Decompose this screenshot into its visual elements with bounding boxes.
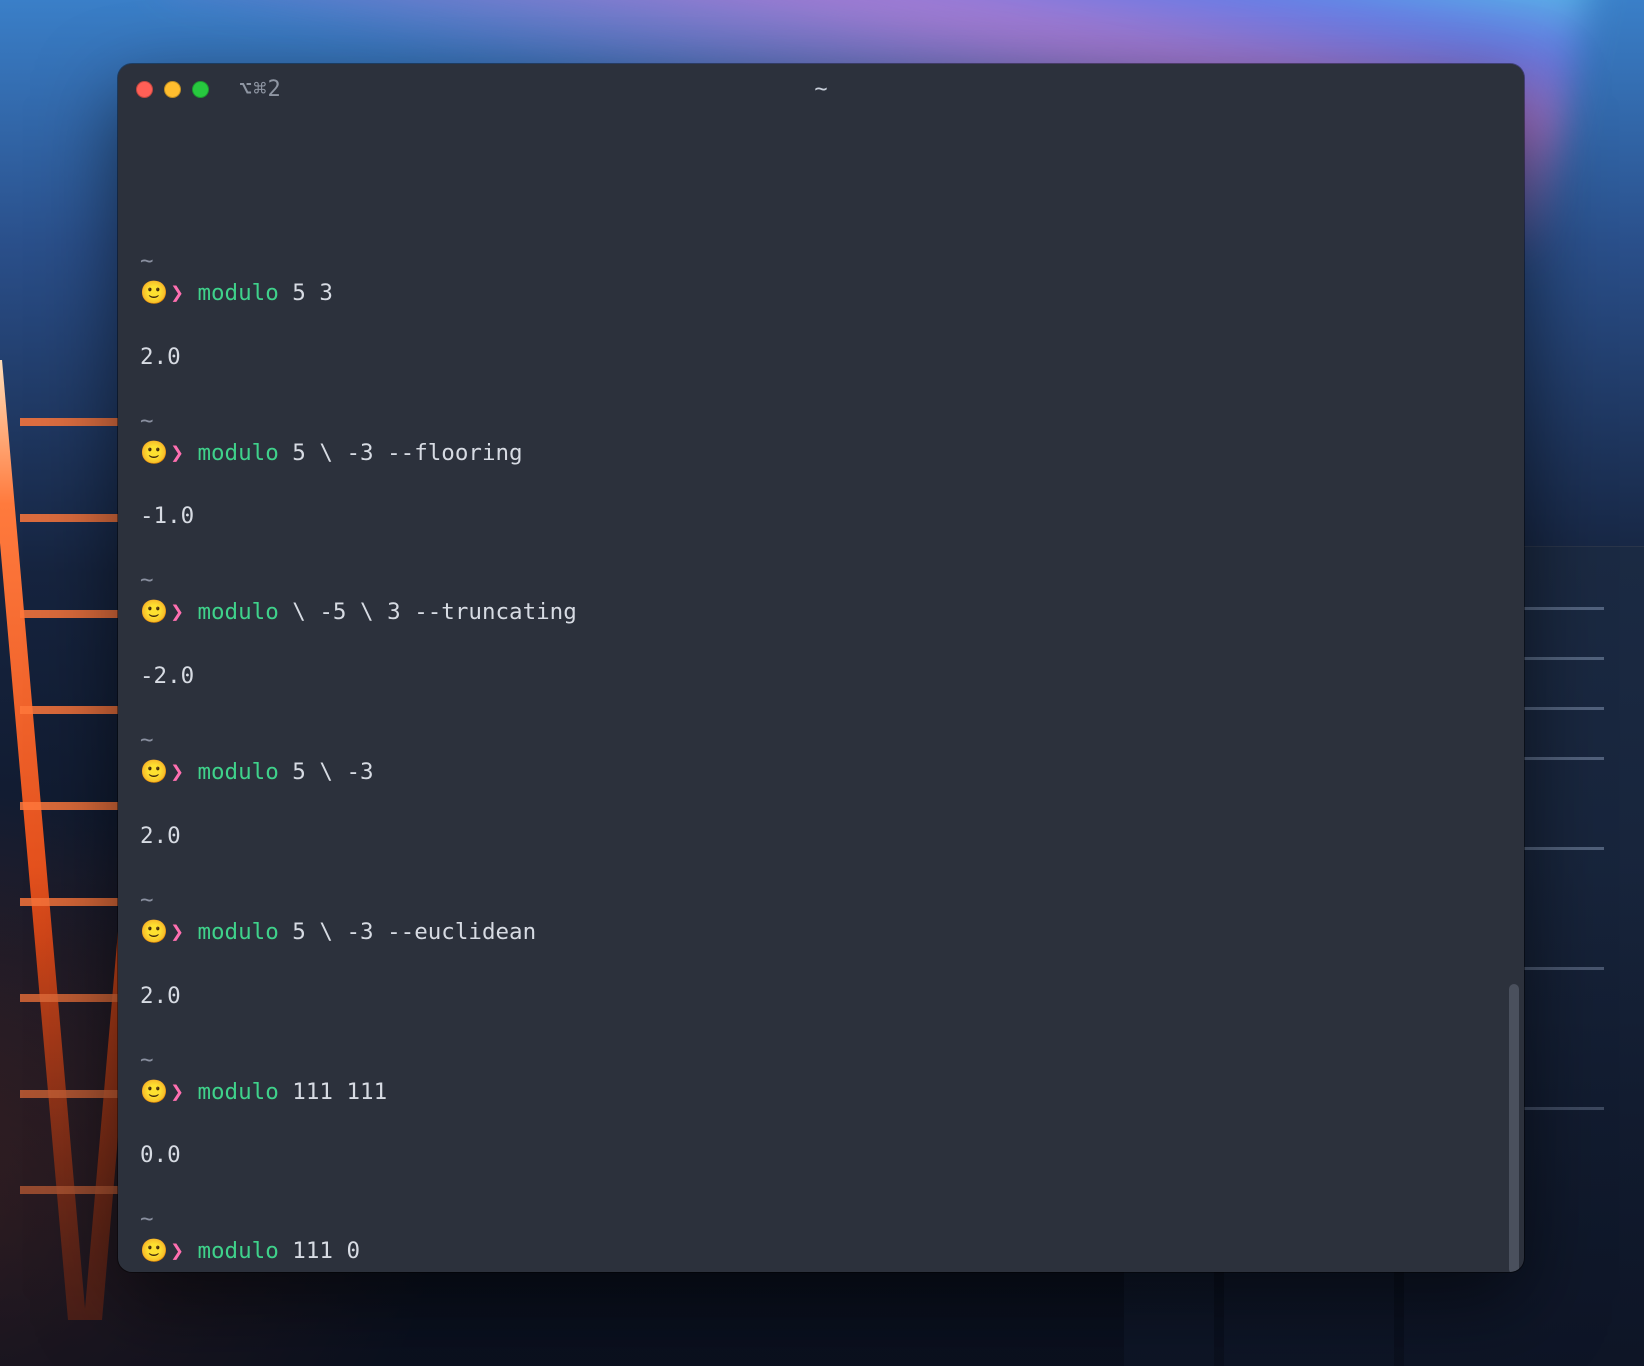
command-args: 5 \ -3 --flooring [279, 440, 523, 466]
status-face-icon: 🙂 [140, 917, 170, 949]
prompt-line: 🙂❯ modulo 5 \ -3 [140, 757, 1502, 789]
window-title: ~ [118, 77, 1524, 102]
tab-shortcut-label: ⌥⌘2 [239, 77, 282, 102]
command-block: ~ 🙂❯ modulo 5 \ -3 --flooring -1.0 [140, 406, 1502, 534]
scrollbar-thumb[interactable] [1509, 984, 1519, 1272]
terminal-viewport[interactable]: ~ 🙂❯ modulo 5 3 2.0~ 🙂❯ modulo 5 \ -3 --… [118, 114, 1524, 1272]
cwd-indicator: ~ [140, 727, 154, 753]
minimize-icon[interactable] [164, 81, 181, 98]
command-name: modulo [197, 280, 278, 306]
command-name: modulo [197, 1238, 278, 1264]
command-name: modulo [197, 599, 278, 625]
command-name: modulo [197, 1079, 278, 1105]
status-face-icon: 🙂 [140, 1236, 170, 1268]
command-block: ~ 🙂❯ modulo \ -5 \ 3 --truncating -2.0 [140, 565, 1502, 693]
prompt-line: 🙂❯ modulo 111 0 [140, 1236, 1502, 1268]
status-face-icon: 🙂 [140, 1077, 170, 1109]
window-controls [136, 81, 209, 98]
zoom-icon[interactable] [192, 81, 209, 98]
output-line: 0.0 [140, 1142, 181, 1168]
prompt-line: 🙂❯ modulo 5 \ -3 --flooring [140, 438, 1502, 470]
prompt-line: 🙂❯ modulo 5 3 [140, 278, 1502, 310]
command-block: ~ 🙂❯ modulo 111 0 Error: Unable to divid… [140, 1204, 1502, 1272]
command-args: 5 3 [279, 280, 333, 306]
prompt-chevron-icon: ❯ [170, 759, 184, 785]
command-name: modulo [197, 440, 278, 466]
command-args: 5 \ -3 [279, 759, 374, 785]
cwd-indicator: ~ [140, 408, 154, 434]
prompt-chevron-icon: ❯ [170, 1079, 184, 1105]
command-block: ~ 🙂❯ modulo 5 \ -3 2.0 [140, 725, 1502, 853]
command-block: ~ 🙂❯ modulo 111 111 0.0 [140, 1045, 1502, 1173]
close-icon[interactable] [136, 81, 153, 98]
cwd-indicator: ~ [140, 1047, 154, 1073]
status-face-icon: 🙂 [140, 278, 170, 310]
command-args: 5 \ -3 --euclidean [279, 919, 536, 945]
command-args: \ -5 \ 3 --truncating [279, 599, 577, 625]
cwd-indicator: ~ [140, 1206, 154, 1232]
output-line: 2.0 [140, 823, 181, 849]
command-args: 111 111 [279, 1079, 387, 1105]
cwd-indicator: ~ [140, 567, 154, 593]
output-line: -2.0 [140, 663, 194, 689]
prompt-line: 🙂❯ modulo \ -5 \ 3 --truncating [140, 597, 1502, 629]
output-line: 2.0 [140, 983, 181, 1009]
cwd-indicator: ~ [140, 248, 154, 274]
prompt-chevron-icon: ❯ [170, 599, 184, 625]
command-block: ~ 🙂❯ modulo 5 \ -3 --euclidean 2.0 [140, 885, 1502, 1013]
prompt-chevron-icon: ❯ [170, 1238, 184, 1264]
command-name: modulo [197, 759, 278, 785]
prompt-chevron-icon: ❯ [170, 919, 184, 945]
cwd-indicator: ~ [140, 887, 154, 913]
command-args: 111 0 [279, 1238, 360, 1264]
output-line: -1.0 [140, 503, 194, 529]
prompt-chevron-icon: ❯ [170, 440, 184, 466]
status-face-icon: 🙂 [140, 757, 170, 789]
prompt-line: 🙂❯ modulo 111 111 [140, 1077, 1502, 1109]
command-block: ~ 🙂❯ modulo 5 3 2.0 [140, 246, 1502, 374]
status-face-icon: 🙂 [140, 597, 170, 629]
terminal-window: ⌥⌘2 ~ ~ 🙂❯ modulo 5 3 2.0~ 🙂❯ modulo 5 \… [118, 64, 1524, 1272]
titlebar[interactable]: ⌥⌘2 ~ [118, 64, 1524, 114]
prompt-line: 🙂❯ modulo 5 \ -3 --euclidean [140, 917, 1502, 949]
command-name: modulo [197, 919, 278, 945]
prompt-chevron-icon: ❯ [170, 280, 184, 306]
output-line: 2.0 [140, 344, 181, 370]
status-face-icon: 🙂 [140, 438, 170, 470]
